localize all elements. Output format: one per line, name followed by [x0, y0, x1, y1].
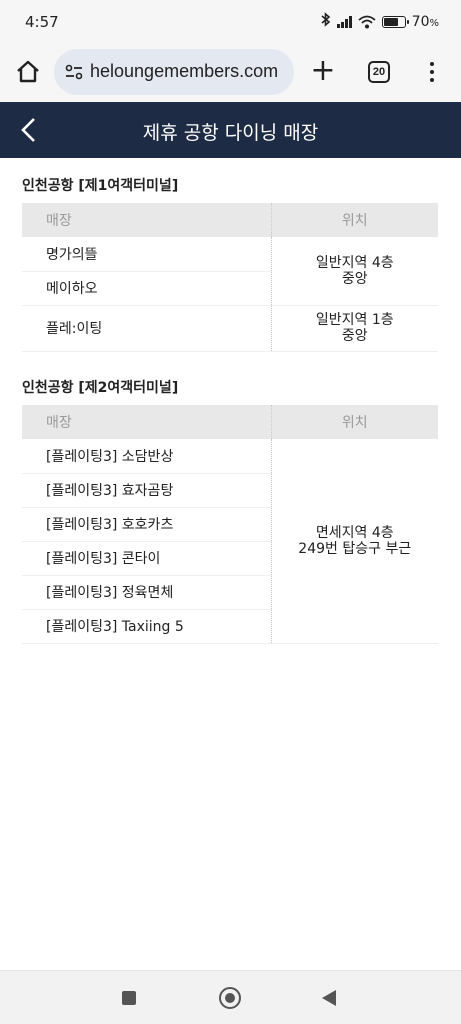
url-text: heloungemembers.com [90, 61, 279, 81]
terminal-1-section: 인천공항 [제1여객터미널] 매장 위치 명가의뜰 일반지역 4층 중앙 메이하오… [22, 176, 438, 352]
column-header-store: 매장 [22, 203, 272, 237]
column-header-location: 위치 [271, 203, 438, 237]
table-header-row: 매장 위치 [22, 405, 438, 439]
store-name: [플레이팅3] Taxiing 5 [22, 609, 272, 644]
status-bar: 4:57 70% [0, 0, 461, 44]
store-table: 매장 위치 [플레이팅3] 소담반상 면세지역 4층 249번 탑승구 부근 [플… [22, 405, 438, 644]
store-location: 일반지역 4층 중앙 [271, 237, 438, 306]
status-time: 4:57 [25, 13, 59, 31]
home-circle-icon[interactable] [219, 987, 241, 1009]
store-name: [플레이팅3] 소담반상 [22, 439, 272, 474]
battery-percent: 70% [411, 13, 439, 30]
store-location: 일반지역 1층 중앙 [271, 305, 438, 352]
column-header-location: 위치 [271, 405, 438, 439]
store-name: 명가의뜰 [22, 237, 272, 272]
store-name: [플레이팅3] 호호카츠 [22, 507, 272, 542]
section-title: 인천공항 [제2여객터미널] [22, 380, 179, 396]
table-row: 플레:이팅 일반지역 1층 중앙 [22, 305, 438, 352]
back-triangle-icon[interactable] [322, 990, 336, 1006]
table-header-row: 매장 위치 [22, 203, 438, 237]
tab-count: 20 [372, 66, 386, 78]
wifi-icon [358, 15, 376, 29]
system-nav-bar [0, 970, 461, 1024]
column-header-store: 매장 [22, 405, 272, 439]
address-bar[interactable]: heloungemembers.com [54, 49, 294, 95]
tune-icon[interactable] [64, 62, 84, 82]
table-row: 명가의뜰 일반지역 4층 중앙 [22, 237, 438, 306]
store-location: 면세지역 4층 249번 탑승구 부근 [271, 439, 438, 644]
home-icon[interactable] [14, 58, 42, 86]
page-title: 제휴 공항 다이닝 매장 [142, 122, 319, 144]
section-title: 인천공항 [제1여객터미널] [22, 178, 179, 194]
store-table: 매장 위치 명가의뜰 일반지역 4층 중앙 메이하오 플레:이팅 일반지역 1층 중… [22, 203, 438, 352]
recents-icon[interactable] [122, 991, 136, 1005]
page-header: 제휴 공항 다이닝 매장 [0, 102, 461, 158]
more-vert-icon[interactable] [424, 59, 440, 85]
signal-icon [336, 15, 352, 28]
store-name: 플레:이팅 [22, 305, 272, 352]
store-name: 메이하오 [22, 271, 272, 306]
terminal-2-section: 인천공항 [제2여객터미널] 매장 위치 [플레이팅3] 소담반상 면세지역 4… [22, 378, 438, 644]
store-name: [플레이팅3] 효자곰탕 [22, 473, 272, 508]
store-name: [플레이팅3] 정육면체 [22, 575, 272, 610]
status-icons: 70% [321, 12, 439, 31]
bluetooth-icon [321, 12, 331, 31]
tabs-icon[interactable]: 20 [368, 61, 390, 83]
battery-icon [381, 15, 409, 28]
plus-icon[interactable]: + [308, 54, 338, 88]
browser-toolbar: heloungemembers.com + 20 [0, 44, 461, 102]
store-name: [플레이팅3] 콘타이 [22, 541, 272, 576]
table-row: [플레이팅3] 소담반상 면세지역 4층 249번 탑승구 부근 [22, 439, 438, 644]
